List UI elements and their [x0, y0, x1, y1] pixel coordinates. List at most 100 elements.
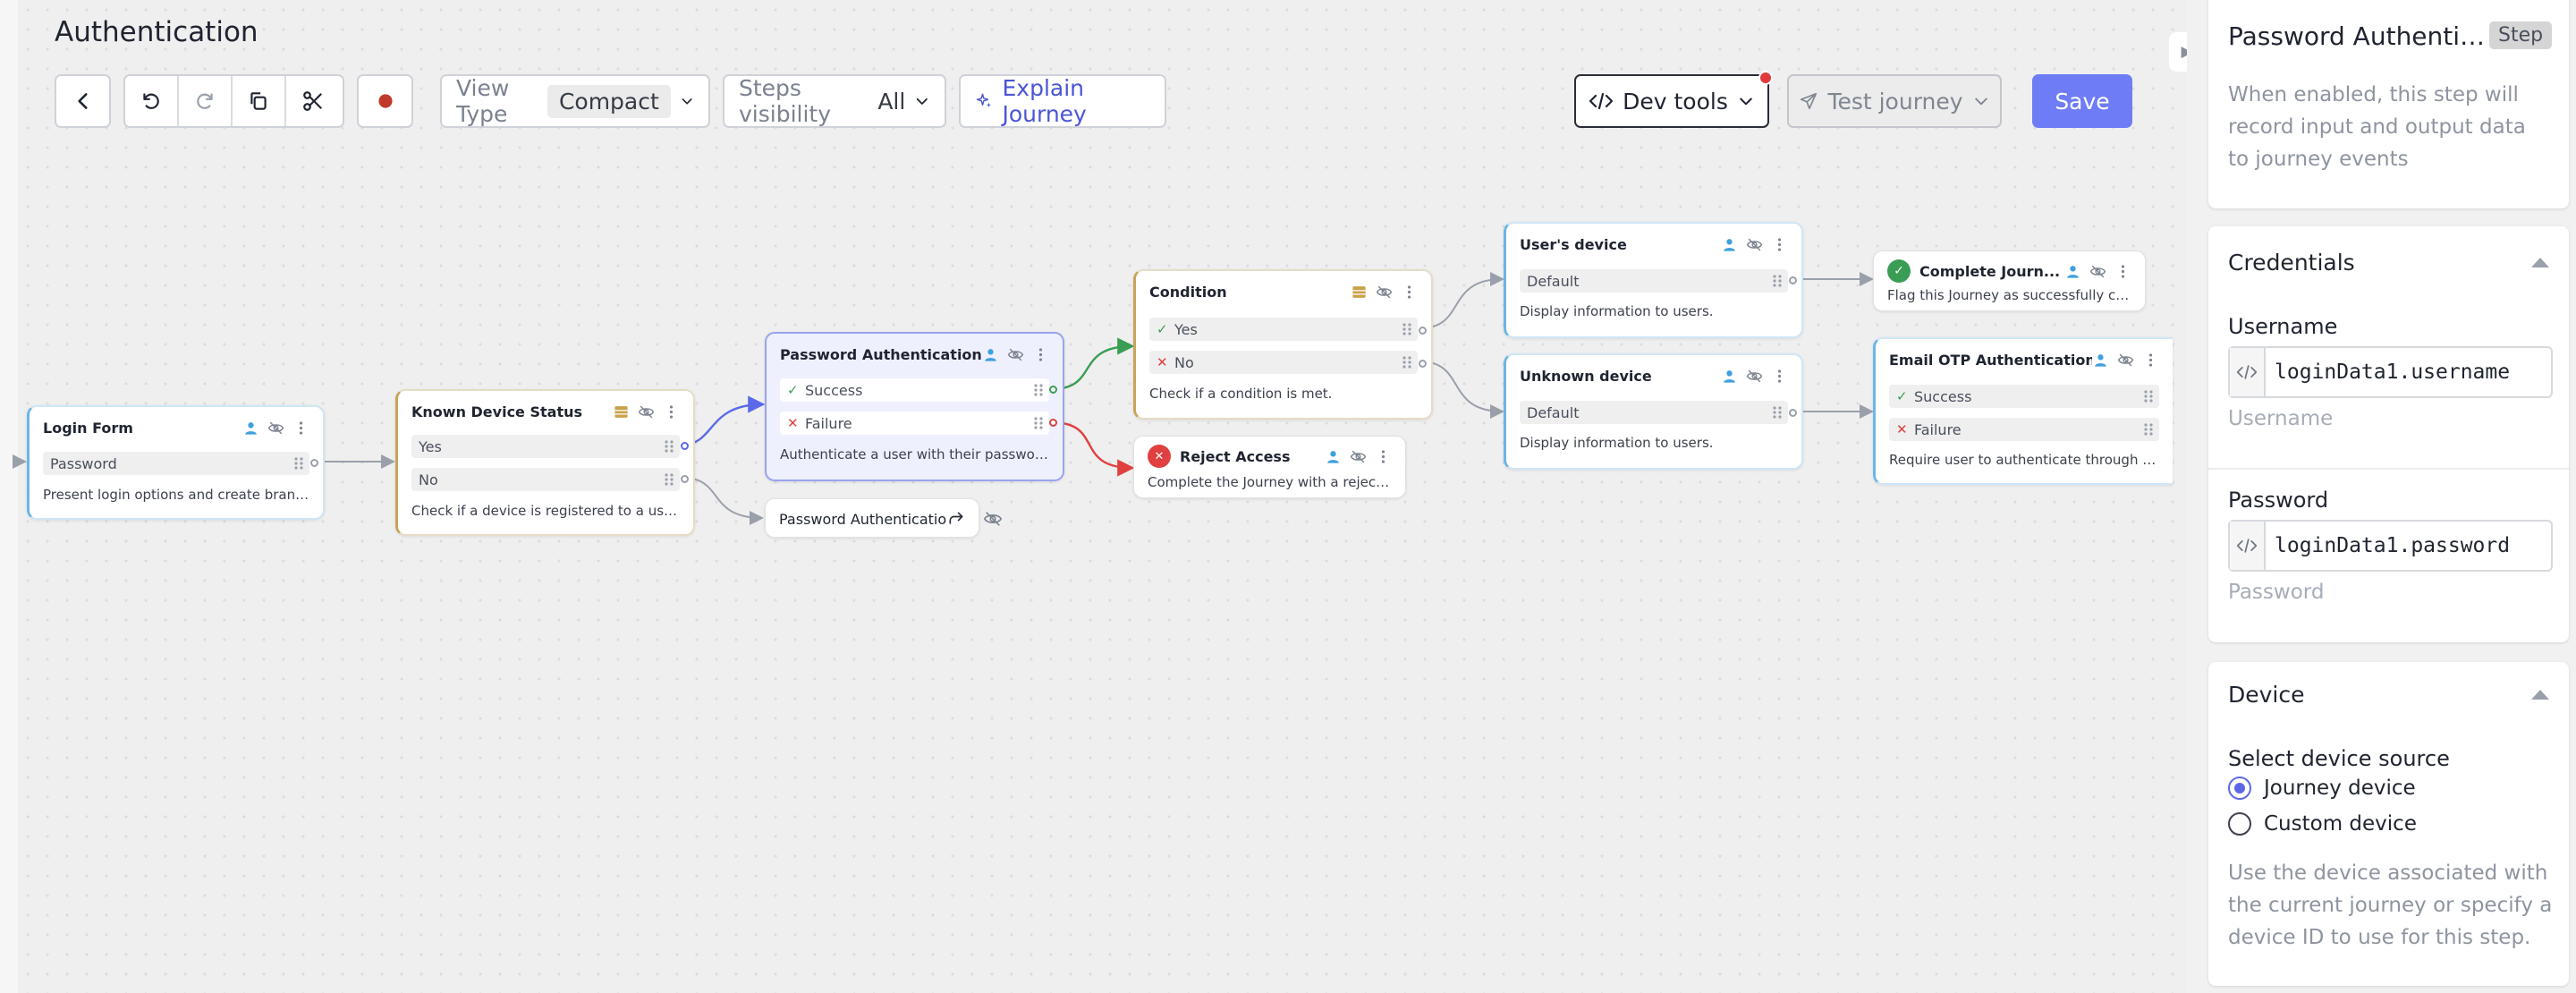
user-icon [2067, 265, 2079, 278]
kebab-menu-icon[interactable] [2114, 263, 2131, 280]
code-toggle-icon[interactable] [2230, 348, 2266, 396]
drag-handle-icon[interactable] [2143, 389, 2154, 403]
node-outcome-row: Yes [411, 435, 680, 458]
node-outcome-row: ✓ Success [1889, 385, 2159, 408]
drag-handle-icon[interactable] [1772, 405, 1783, 420]
drag-handle-icon[interactable] [1402, 322, 1412, 336]
journey-canvas[interactable] [18, 0, 2187, 993]
explain-journey-label: Explain Journey [1002, 75, 1087, 127]
test-journey-button[interactable]: Test journey [1787, 74, 2002, 128]
drag-handle-icon[interactable] [664, 439, 674, 454]
notification-badge [1758, 71, 1773, 85]
collapse-caret-icon[interactable] [2531, 690, 2549, 700]
dev-tools-label: Dev tools [1623, 88, 1728, 115]
dev-tools-button[interactable]: Dev tools [1574, 71, 1773, 128]
kebab-menu-icon[interactable] [1771, 368, 1788, 385]
output-port[interactable] [1789, 409, 1797, 417]
node-password-authentication[interactable]: Password Authentication ✓ Success ✕ Fail… [765, 332, 1064, 481]
chevron-down-icon [1974, 98, 1987, 106]
output-port[interactable] [1419, 327, 1427, 335]
kebab-menu-icon[interactable] [663, 403, 680, 420]
eye-off-icon[interactable] [638, 403, 655, 420]
kebab-menu-icon[interactable] [1771, 236, 1788, 253]
username-value: loginData1.username [2275, 361, 2511, 384]
undo-icon [143, 93, 159, 109]
eye-off-icon[interactable] [2089, 263, 2106, 280]
drag-handle-icon[interactable] [1772, 274, 1783, 288]
node-outcome-row: ✕ No [1149, 351, 1418, 374]
undo-button[interactable] [125, 76, 179, 126]
node-description: Display information to users. [1520, 435, 1714, 451]
chevron-down-icon [682, 98, 692, 105]
username-field[interactable]: loginData1.username [2228, 346, 2553, 398]
output-port[interactable] [1049, 386, 1057, 394]
eye-off-icon[interactable] [1746, 368, 1763, 385]
eye-off-icon[interactable] [267, 420, 284, 437]
node-unknown-device[interactable]: Unknown device Default Display informati… [1504, 353, 1803, 470]
output-port[interactable] [1419, 360, 1427, 368]
radio-label: Custom device [2264, 812, 2417, 836]
drag-handle-icon[interactable] [293, 456, 304, 471]
drag-handle-icon[interactable] [1033, 383, 1044, 397]
radio-button[interactable] [2228, 812, 2251, 836]
output-port[interactable] [681, 442, 689, 450]
view-type-select[interactable]: View Type Compact [440, 74, 710, 128]
password-placeholder: Password [2228, 581, 2325, 604]
database-icon [1352, 285, 1366, 298]
radio-button[interactable] [2228, 777, 2251, 800]
node-reject-access[interactable]: ✕ Reject Access Complete the Journey wit… [1133, 436, 1406, 498]
node-users-device[interactable]: User's device Default Display informatio… [1504, 222, 1803, 338]
user-icon [245, 421, 257, 435]
cut-button[interactable] [286, 76, 340, 126]
eye-off-icon[interactable] [2117, 352, 2134, 369]
drag-handle-icon[interactable] [1402, 355, 1412, 369]
copy-button[interactable] [233, 76, 286, 126]
kebab-menu-icon[interactable] [292, 420, 309, 437]
drag-handle-icon[interactable] [1033, 416, 1044, 430]
node-known-device-status[interactable]: Known Device Status Yes No Check if a de… [395, 389, 695, 536]
eye-off-icon[interactable] [1350, 448, 1367, 465]
copy-icon [250, 92, 267, 110]
node-email-otp-authentication[interactable]: Email OTP Authentication ✓ Success ✕ Fai… [1873, 337, 2173, 485]
close-icon: ✕ [1157, 354, 1168, 370]
steps-visibility-label: Steps visibility [739, 75, 832, 127]
properties-panel: When enabled, this step will record inpu… [2187, 0, 2576, 993]
node-condition[interactable]: Condition ✓ Yes ✕ No Check if a conditio… [1133, 269, 1433, 420]
password-field[interactable]: loginData1.password [2228, 520, 2553, 572]
node-login-form[interactable]: Login Form Password Present login option… [27, 405, 325, 520]
eye-off-icon[interactable] [1746, 236, 1763, 253]
node-password-authentication-ref[interactable]: Password Authentication [765, 498, 979, 538]
page-title: Authentication [55, 16, 258, 48]
eye-off-icon[interactable] [1376, 284, 1393, 301]
redo-button[interactable] [179, 76, 233, 126]
output-port[interactable] [310, 459, 318, 467]
kebab-menu-icon[interactable] [1401, 284, 1418, 301]
code-toggle-icon[interactable] [2230, 522, 2266, 570]
kebab-menu-icon[interactable] [1032, 346, 1049, 363]
password-label: Password [2228, 488, 2329, 513]
username-placeholder: Username [2228, 407, 2334, 430]
output-port[interactable] [1789, 276, 1797, 284]
step-badge: Step [2489, 21, 2553, 49]
back-button[interactable] [56, 76, 109, 126]
kebab-menu-icon[interactable] [1375, 448, 1392, 465]
drag-handle-icon[interactable] [2143, 422, 2154, 437]
database-icon [614, 405, 628, 418]
collapse-caret-icon[interactable] [2531, 258, 2549, 267]
password-value: loginData1.password [2275, 534, 2511, 557]
eye-off-icon[interactable] [983, 509, 1003, 529]
radio-custom-device[interactable]: Custom device [2228, 812, 2417, 836]
eye-off-icon[interactable] [1007, 346, 1024, 363]
explain-journey-button[interactable]: Explain Journey [959, 74, 1166, 128]
output-port[interactable] [681, 475, 689, 483]
node-title: Unknown device [1520, 367, 1652, 385]
node-title: User's device [1520, 235, 1627, 253]
node-complete-journey[interactable]: ✓ Complete Journ... Flag this Journey as… [1873, 250, 2146, 311]
record-button[interactable] [359, 76, 411, 126]
radio-journey-device[interactable]: Journey device [2228, 777, 2416, 800]
output-port[interactable] [1049, 419, 1057, 427]
steps-visibility-select[interactable]: Steps visibility All [723, 74, 946, 128]
save-button[interactable]: Save [2032, 74, 2132, 128]
kebab-menu-icon[interactable] [2142, 352, 2159, 369]
drag-handle-icon[interactable] [664, 472, 674, 487]
